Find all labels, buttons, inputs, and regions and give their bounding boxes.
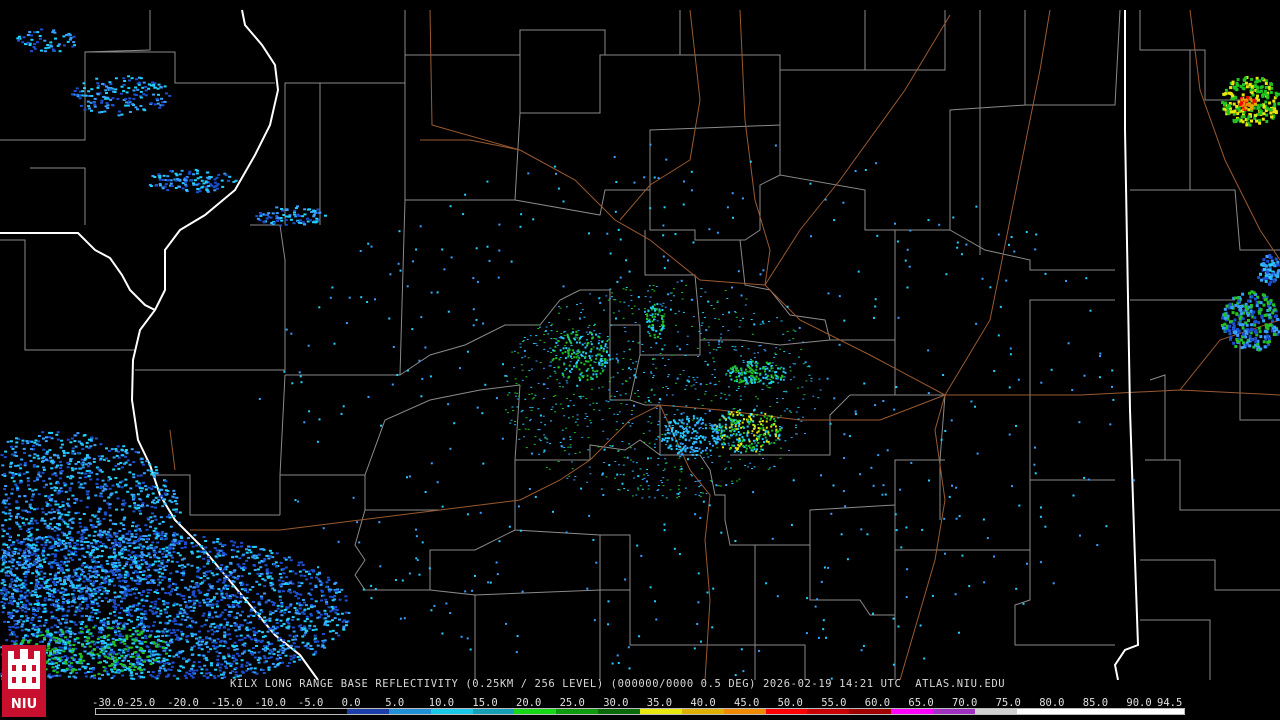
colorbar-swatch bbox=[974, 709, 1017, 714]
colorbar-swatch bbox=[430, 709, 473, 714]
colorbar-swatch bbox=[765, 709, 808, 714]
colorbar-swatch bbox=[472, 709, 515, 714]
colorbar-swatch bbox=[932, 709, 975, 714]
colorbar-swatch bbox=[1100, 709, 1143, 714]
colorbar-swatch bbox=[1058, 709, 1101, 714]
colorbar-swatch bbox=[891, 709, 933, 714]
colorbar-swatch bbox=[1142, 709, 1184, 714]
niu-logo-text: NIU bbox=[11, 697, 37, 712]
colorbar-swatch bbox=[639, 709, 682, 714]
colorbar-swatch bbox=[598, 709, 640, 714]
product-title: KILX LONG RANGE BASE REFLECTIVITY (0.25K… bbox=[230, 678, 1006, 690]
colorbar-swatch bbox=[263, 709, 306, 714]
niu-logo: NIU bbox=[2, 645, 46, 717]
colorbar-swatch bbox=[179, 709, 222, 714]
colorbar-swatch bbox=[221, 709, 264, 714]
colorbar-swatch bbox=[305, 709, 348, 714]
colorbar-swatch bbox=[347, 709, 389, 714]
colorbar-swatch bbox=[807, 709, 850, 714]
colorbar-swatch bbox=[96, 709, 138, 714]
colorbar-swatch bbox=[137, 709, 180, 714]
colorbar-swatch bbox=[849, 709, 892, 714]
reflectivity-colorbar bbox=[95, 708, 1185, 715]
colorbar-swatch bbox=[514, 709, 557, 714]
colorbar-swatch bbox=[681, 709, 724, 714]
radar-map bbox=[0, 0, 1280, 680]
colorbar-swatch bbox=[556, 709, 599, 714]
colorbar-swatch bbox=[1016, 709, 1059, 714]
colorbar-swatch bbox=[388, 709, 431, 714]
colorbar-swatch bbox=[723, 709, 766, 714]
